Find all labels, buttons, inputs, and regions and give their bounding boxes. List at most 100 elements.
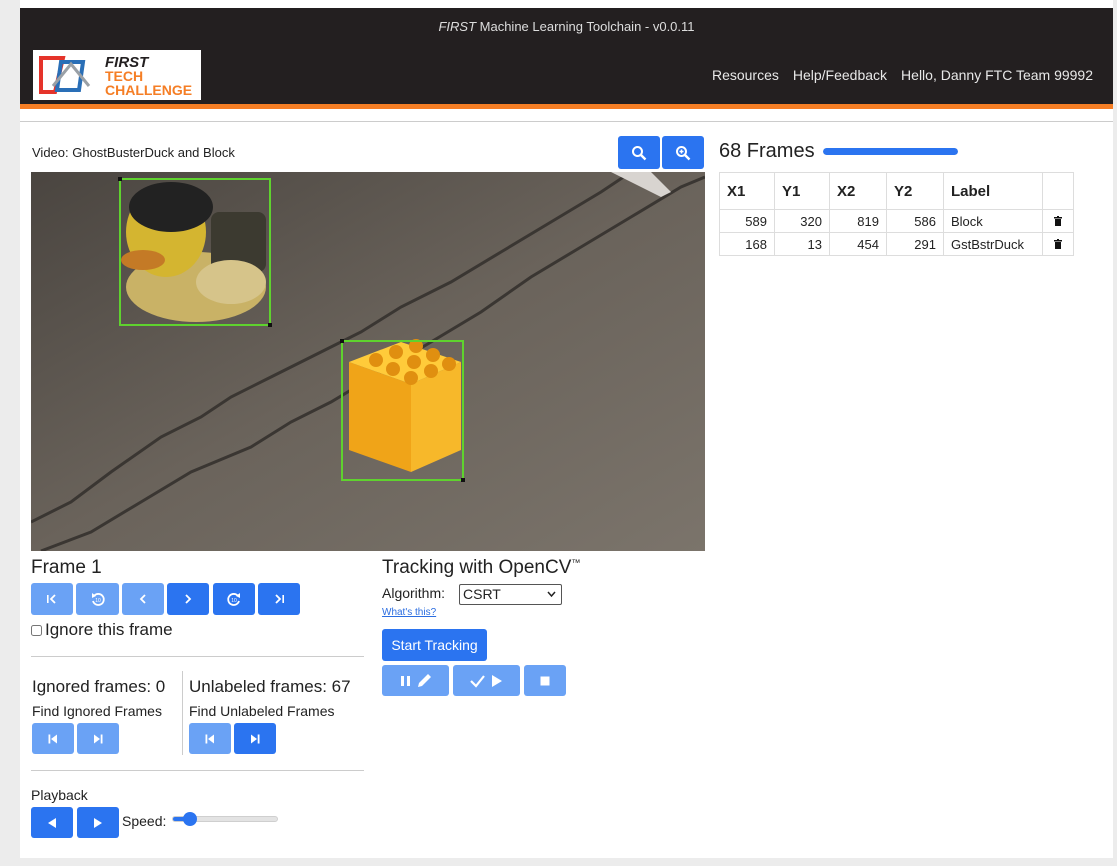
column-header: Y1 [774,172,830,210]
ftc-logo[interactable]: FIRST TECH CHALLENGE [33,50,201,100]
speed-slider[interactable] [172,812,278,826]
find-ignored-label: Find Ignored Frames [32,703,162,719]
ignored-frames-count: Ignored frames: 0 [32,677,166,696]
speed-slider-thumb[interactable] [182,812,197,826]
previous-unlabeled-frame-button[interactable] [189,723,231,754]
whats-this-link[interactable]: What's this? [382,607,436,618]
cell-label[interactable]: GstBstrDuck [943,232,1043,256]
cell-y1[interactable]: 320 [774,209,830,233]
chevron-down-icon [547,591,556,598]
cell-label[interactable]: Block [943,209,1043,233]
first-frame-button[interactable] [31,583,73,615]
forward-10-icon: 10 [227,593,240,606]
next-frame-icon [185,594,192,604]
first-frame-icon [47,594,56,604]
frames-progress-fill [823,148,958,155]
last-frame-button[interactable] [258,583,300,615]
resize-handle[interactable] [461,478,465,482]
resize-handle[interactable] [118,177,122,181]
forward-10-frames-button[interactable]: 10 [213,583,255,615]
video-label: Video: GhostBusterDuck and Block [32,145,235,160]
zoom-in-icon [676,145,691,160]
divider [31,770,364,771]
ignore-frame-label: Ignore this frame [45,620,173,639]
delete-box-button[interactable] [1042,209,1074,233]
previous-frame-icon [139,594,146,604]
cell-x2[interactable]: 819 [829,209,887,233]
zoom-in-button[interactable] [662,136,704,169]
bounding-box-table: X1 Y1 X2 Y2 Label 589 320 819 586 Block … [719,172,1074,256]
frames-progress-bar [823,148,958,155]
bounding-box-block[interactable] [340,339,465,482]
column-header: X2 [829,172,887,210]
algorithm-selected-value: CSRT [463,586,501,602]
back-10-frames-button[interactable]: 10 [76,583,119,615]
app-header: FIRST Machine Learning Toolchain - v0.0.… [20,8,1113,104]
nav-user-greeting[interactable]: Hello, Danny FTC Team 99992 [901,67,1093,83]
cell-x2[interactable]: 454 [829,232,887,256]
app-title-brand: FIRST [438,19,477,34]
zoom-out-button[interactable] [618,136,660,169]
app-title-text: Machine Learning Toolchain - v0.0.11 [476,19,695,34]
cell-y2[interactable]: 586 [886,209,944,233]
header-nav: Resources Help/Feedback Hello, Danny FTC… [712,67,1093,83]
next-ignored-frame-button[interactable] [77,723,119,754]
resize-handle[interactable] [340,339,344,343]
video-canvas[interactable] [31,172,705,551]
ignore-frame-option[interactable]: Ignore this frame [31,620,173,640]
ignore-frame-checkbox[interactable] [31,624,42,636]
back-10-icon: 10 [91,593,105,606]
column-header: X1 [719,172,775,210]
table-header-row: X1 Y1 X2 Y2 Label [719,172,1074,210]
table-row: 589 320 819 586 Block [719,209,1074,233]
frame-count-title: 68 Frames [719,140,815,162]
app-title: FIRST Machine Learning Toolchain - v0.0.… [20,19,1113,34]
accept-continue-button[interactable] [453,665,520,696]
start-tracking-button[interactable]: Start Tracking [382,629,487,661]
delete-box-button[interactable] [1042,232,1074,256]
bounding-box-duck[interactable] [118,177,272,327]
previous-ignored-frame-button[interactable] [32,723,74,754]
column-header: Y2 [886,172,944,210]
next-unlabeled-frame-button[interactable] [234,723,276,754]
logo-challenge-text: CHALLENGE [105,82,192,98]
stop-icon [540,676,550,685]
divider [182,671,183,755]
divider [20,121,1113,122]
skip-next-icon [251,734,260,743]
page: FIRST Machine Learning Toolchain - v0.0.… [20,0,1113,858]
next-frame-button[interactable] [167,583,209,615]
trash-icon [1054,238,1062,249]
find-unlabeled-label: Find Unlabeled Frames [189,703,335,719]
play-reverse-button[interactable] [31,807,73,838]
svg-text:10: 10 [231,598,237,604]
nav-help-feedback-link[interactable]: Help/Feedback [793,67,887,83]
previous-frame-button[interactable] [122,583,164,615]
svg-text:10: 10 [95,598,101,604]
pause-edit-button[interactable] [382,665,449,696]
play-reverse-icon [48,817,56,828]
cell-x1[interactable]: 589 [719,209,775,233]
tracking-title: Tracking with OpenCV™ [382,557,580,579]
cell-y1[interactable]: 13 [774,232,830,256]
play-forward-button[interactable] [77,807,119,838]
skip-previous-icon [48,734,57,743]
unlabeled-frames-count: Unlabeled frames: 67 [189,677,351,696]
divider [31,656,364,657]
trademark-symbol: ™ [571,557,581,568]
resize-handle[interactable] [268,323,272,327]
pause-edit-icon [400,673,431,687]
algorithm-select[interactable]: CSRT [459,584,562,605]
trash-icon [1054,215,1062,226]
skip-previous-icon [205,734,214,743]
cell-x1[interactable]: 168 [719,232,775,256]
cell-y2[interactable]: 291 [886,232,944,256]
last-frame-icon [275,594,284,604]
play-icon [94,817,102,828]
stop-tracking-button[interactable] [524,665,566,696]
nav-resources-link[interactable]: Resources [712,67,779,83]
column-header: Label [943,172,1043,210]
tracking-title-text: Tracking with OpenCV [382,557,572,578]
skip-next-icon [94,734,103,743]
algorithm-label: Algorithm: [382,585,446,601]
